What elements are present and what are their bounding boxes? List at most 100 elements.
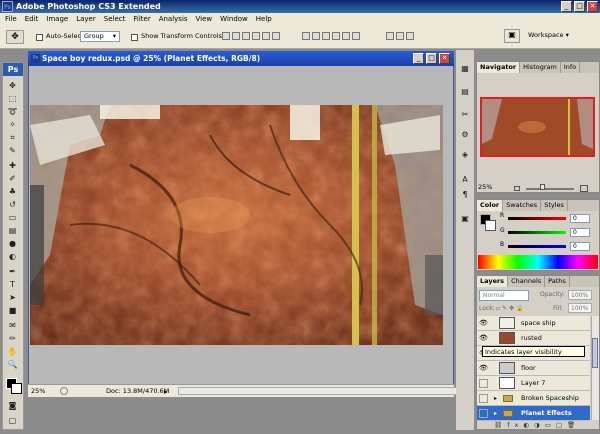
panel-icon-paragraph[interactable]: ¶: [458, 188, 472, 202]
eye-icon[interactable]: 👁: [479, 364, 488, 373]
eye-icon[interactable]: 👁: [479, 319, 488, 328]
chevron-right-icon[interactable]: ▸: [494, 391, 497, 406]
tab-channels[interactable]: Channels: [508, 276, 546, 287]
menu-image[interactable]: Image: [45, 15, 69, 23]
layer-group-row-selected[interactable]: ▸ Planet Effects: [477, 406, 590, 421]
info-icon[interactable]: [60, 387, 68, 395]
maximize-button[interactable]: □: [574, 1, 585, 12]
eyedropper-sample-icon[interactable]: ✏: [6, 333, 19, 344]
zoom-tool-icon[interactable]: 🔍: [6, 359, 19, 370]
path-selection-icon[interactable]: ➤: [6, 292, 19, 303]
fill-field[interactable]: 100%: [568, 303, 592, 313]
zoom-slider-thumb[interactable]: [540, 184, 545, 190]
move-tool-preset-icon[interactable]: ✥: [6, 30, 24, 44]
menu-help[interactable]: Help: [255, 15, 273, 23]
panel-icon-history[interactable]: ▤: [458, 85, 472, 99]
screen-mode-icon[interactable]: ▢: [6, 415, 19, 426]
magic-wand-icon[interactable]: ✧: [6, 119, 19, 130]
align-buttons[interactable]: [222, 32, 280, 42]
opacity-field[interactable]: 100%: [568, 290, 592, 300]
minimize-button[interactable]: _: [561, 1, 572, 12]
layer-row[interactable]: 👁 floor: [477, 361, 590, 376]
photoshop-icon[interactable]: Ps: [2, 1, 13, 12]
background-color-swatch[interactable]: [11, 383, 22, 394]
navigator-preview[interactable]: [480, 97, 595, 157]
layer-row[interactable]: 👁 rusted: [477, 331, 590, 346]
layer-group-row[interactable]: ▸ Broken Spaceship: [477, 391, 590, 406]
channel-r-value[interactable]: 0: [570, 214, 590, 223]
tab-histogram[interactable]: Histogram: [520, 62, 561, 73]
tab-info[interactable]: Info: [561, 62, 581, 73]
show-transform-checkbox[interactable]: [131, 33, 138, 41]
gradient-tool-icon[interactable]: ▤: [6, 225, 19, 236]
brush-tool-icon[interactable]: ✐: [6, 173, 19, 184]
panel-icon-tools[interactable]: ✂: [458, 108, 472, 122]
menu-window[interactable]: Window: [219, 15, 249, 23]
tab-color[interactable]: Color: [477, 200, 504, 211]
layer-row[interactable]: Layer 7: [477, 376, 590, 391]
tab-styles[interactable]: Styles: [541, 200, 568, 211]
menu-filter[interactable]: Filter: [132, 15, 151, 23]
bridge-icon[interactable]: ▣: [504, 29, 520, 43]
panel-icon-actions[interactable]: ⚙: [458, 128, 472, 142]
menu-layer[interactable]: Layer: [75, 15, 97, 23]
visibility-toggle[interactable]: [479, 409, 488, 418]
blend-mode-dropdown[interactable]: Normal: [479, 290, 529, 301]
close-button[interactable]: ✕: [587, 1, 598, 12]
healing-brush-icon[interactable]: ✚: [6, 160, 19, 171]
menu-file[interactable]: File: [4, 15, 18, 23]
pen-tool-icon[interactable]: ✒: [6, 266, 19, 277]
distribute-buttons[interactable]: [302, 32, 360, 42]
doc-close-button[interactable]: ✕: [439, 53, 450, 64]
type-tool-icon[interactable]: T: [6, 279, 19, 290]
notes-tool-icon[interactable]: ✉: [6, 320, 19, 331]
tab-paths[interactable]: Paths: [545, 276, 570, 287]
dodge-tool-icon[interactable]: ◐: [6, 251, 19, 262]
channel-b-slider[interactable]: [508, 245, 566, 248]
channel-g-slider[interactable]: [508, 231, 566, 234]
auto-select-checkbox[interactable]: [36, 33, 43, 41]
layers-scrollbar-thumb[interactable]: [592, 338, 598, 368]
marquee-tool-icon[interactable]: ⬚: [6, 93, 19, 104]
distribute-horizontal-buttons[interactable]: [386, 32, 414, 42]
move-tool-icon[interactable]: ✥: [6, 80, 19, 91]
visibility-toggle[interactable]: [479, 379, 488, 388]
lock-icons[interactable]: ▫✎✥🔒: [496, 305, 526, 312]
menu-edit[interactable]: Edit: [24, 15, 40, 23]
tab-navigator[interactable]: Navigator: [477, 62, 521, 73]
auto-select-dropdown[interactable]: Group ▾: [80, 31, 120, 42]
eraser-tool-icon[interactable]: ▭: [6, 212, 19, 223]
navigator-zoom[interactable]: 25%: [478, 183, 492, 191]
horizontal-scrollbar[interactable]: [178, 387, 468, 395]
crop-tool-icon[interactable]: ⌗: [6, 132, 19, 143]
image-canvas[interactable]: [30, 105, 443, 345]
hand-tool-icon[interactable]: ✋: [6, 346, 19, 357]
zoom-in-icon[interactable]: [580, 185, 588, 192]
history-brush-icon[interactable]: ↺: [6, 199, 19, 210]
eye-icon[interactable]: 👁: [479, 334, 488, 343]
navigator-zoom-slider[interactable]: [526, 188, 574, 190]
shape-tool-icon[interactable]: ■: [6, 305, 19, 316]
layer-row[interactable]: 👁 space ship: [477, 316, 590, 331]
panel-icon-brushes[interactable]: ▦: [458, 62, 472, 76]
zoom-level[interactable]: 25%: [31, 385, 45, 397]
chevron-right-icon[interactable]: ▸: [494, 406, 497, 421]
tab-swatches[interactable]: Swatches: [503, 200, 542, 211]
tab-layers[interactable]: Layers: [477, 276, 509, 287]
workspace-menu[interactable]: Workspace ▾: [528, 31, 569, 39]
clone-stamp-icon[interactable]: ♣: [6, 186, 19, 197]
menu-analysis[interactable]: Analysis: [158, 15, 189, 23]
layers-scrollbar[interactable]: [591, 316, 599, 420]
doc-minimize-button[interactable]: _: [413, 53, 424, 64]
document-title-bar[interactable]: Space boy redux.psd @ 25% (Planet Effect…: [28, 51, 454, 66]
menu-select[interactable]: Select: [103, 15, 127, 23]
eyedropper-icon[interactable]: ✎: [6, 145, 19, 156]
status-menu-arrow-icon[interactable]: ▸: [164, 386, 168, 398]
panel-icon-comps[interactable]: ◈: [458, 148, 472, 162]
channel-r-slider[interactable]: [508, 217, 566, 220]
panel-icon-character[interactable]: A: [458, 173, 472, 187]
channel-b-value[interactable]: 0: [570, 242, 590, 251]
menu-view[interactable]: View: [195, 15, 214, 23]
visibility-toggle[interactable]: [479, 394, 488, 403]
panel-icon-notes[interactable]: ▣: [458, 212, 472, 226]
